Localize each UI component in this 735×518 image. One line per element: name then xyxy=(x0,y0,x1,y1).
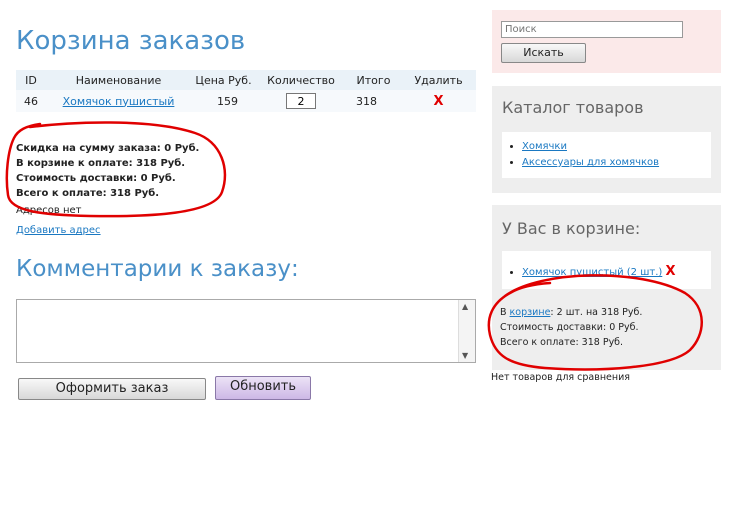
scroll-up-arrow-icon[interactable]: ▲ xyxy=(462,302,468,311)
comment-scrollbar[interactable]: ▲ ▼ xyxy=(458,300,475,362)
catalog-title: Каталог товаров xyxy=(502,98,644,117)
summary-discount: Скидка на сумму заказа: 0 Руб. xyxy=(16,143,200,154)
column-header-price: Цена Руб. xyxy=(191,70,256,90)
summary-to-pay: В корзине к оплате: 318 Руб. xyxy=(16,158,186,169)
column-header-id: ID xyxy=(16,70,46,90)
cart-table: ID Наименование Цена Руб. Количество Ито… xyxy=(16,70,476,112)
quantity-input[interactable] xyxy=(286,93,316,109)
add-address-link[interactable]: Добавить адрес xyxy=(16,225,101,236)
search-button[interactable]: Искать xyxy=(501,43,586,63)
catalog-link-accessories[interactable]: Аксессуары для хомячков xyxy=(522,157,659,168)
compare-text: Нет товаров для сравнения xyxy=(491,372,630,383)
list-item: Аксессуары для хомячков xyxy=(522,155,711,171)
search-panel: Искать xyxy=(492,10,721,73)
column-header-total: Итого xyxy=(346,70,401,90)
sidebar-cart-delivery: Стоимость доставки: 0 Руб. xyxy=(500,322,639,333)
catalog-link-hamsters[interactable]: Хомячки xyxy=(522,141,567,152)
product-link[interactable]: Хомячок пушистый xyxy=(63,95,175,108)
summary-grand-total: Всего к оплате: 318 Руб. xyxy=(16,188,160,199)
order-summary: Скидка на сумму заказа: 0 Руб. В корзине… xyxy=(16,141,199,201)
catalog-panel: Каталог товаров Хомячки Аксессуары для х… xyxy=(492,86,721,193)
cell-id: 46 xyxy=(16,90,46,112)
cell-total: 318 xyxy=(346,90,401,112)
summary-delivery: Стоимость доставки: 0 Руб. xyxy=(16,173,176,184)
list-item: Хомячки xyxy=(522,139,711,155)
sidebar-cart-list-box: Хомячок пушистый (2 шт.) X xyxy=(502,251,711,289)
cart-link[interactable]: корзине xyxy=(510,307,551,318)
cell-price: 159 xyxy=(191,90,256,112)
column-header-delete: Удалить xyxy=(401,70,476,90)
list-item: Хомячок пушистый (2 шт.) X xyxy=(522,264,711,281)
delete-item-button[interactable]: X xyxy=(433,94,443,109)
sidebar-cart-panel: У Вас в корзине: Хомячок пушистый (2 шт.… xyxy=(492,205,721,370)
sidebar-cart-info: В корзине: 2 шт. на 318 Руб. Стоимость д… xyxy=(500,305,642,350)
cart-table-header: ID Наименование Цена Руб. Количество Ито… xyxy=(16,70,476,90)
search-input[interactable] xyxy=(501,21,683,38)
sidebar-cart-item-link[interactable]: Хомячок пушистый (2 шт.) xyxy=(522,267,662,278)
page-title: Корзина заказов xyxy=(16,26,246,56)
catalog-list-box: Хомячки Аксессуары для хомячков xyxy=(502,132,711,178)
comment-textarea[interactable] xyxy=(18,301,458,361)
sidebar-cart-count: В корзине: 2 шт. на 318 Руб. xyxy=(500,307,643,318)
column-header-name: Наименование xyxy=(46,70,191,90)
sidebar-cart-remove-button[interactable]: X xyxy=(665,264,675,279)
scroll-down-arrow-icon[interactable]: ▼ xyxy=(462,351,468,360)
comment-title: Комментарии к заказу: xyxy=(16,256,299,282)
column-header-quantity: Количество xyxy=(256,70,346,90)
comment-box: ▲ ▼ xyxy=(16,299,476,363)
place-order-button[interactable]: Оформить заказ xyxy=(18,378,206,400)
no-address-text: Адресов нет xyxy=(16,205,82,216)
update-button[interactable]: Обновить xyxy=(215,376,311,400)
table-row: 46 Хомячок пушистый 159 318 X xyxy=(16,90,476,112)
sidebar-cart-total: Всего к оплате: 318 Руб. xyxy=(500,337,624,348)
sidebar-cart-title: У Вас в корзине: xyxy=(502,219,641,238)
